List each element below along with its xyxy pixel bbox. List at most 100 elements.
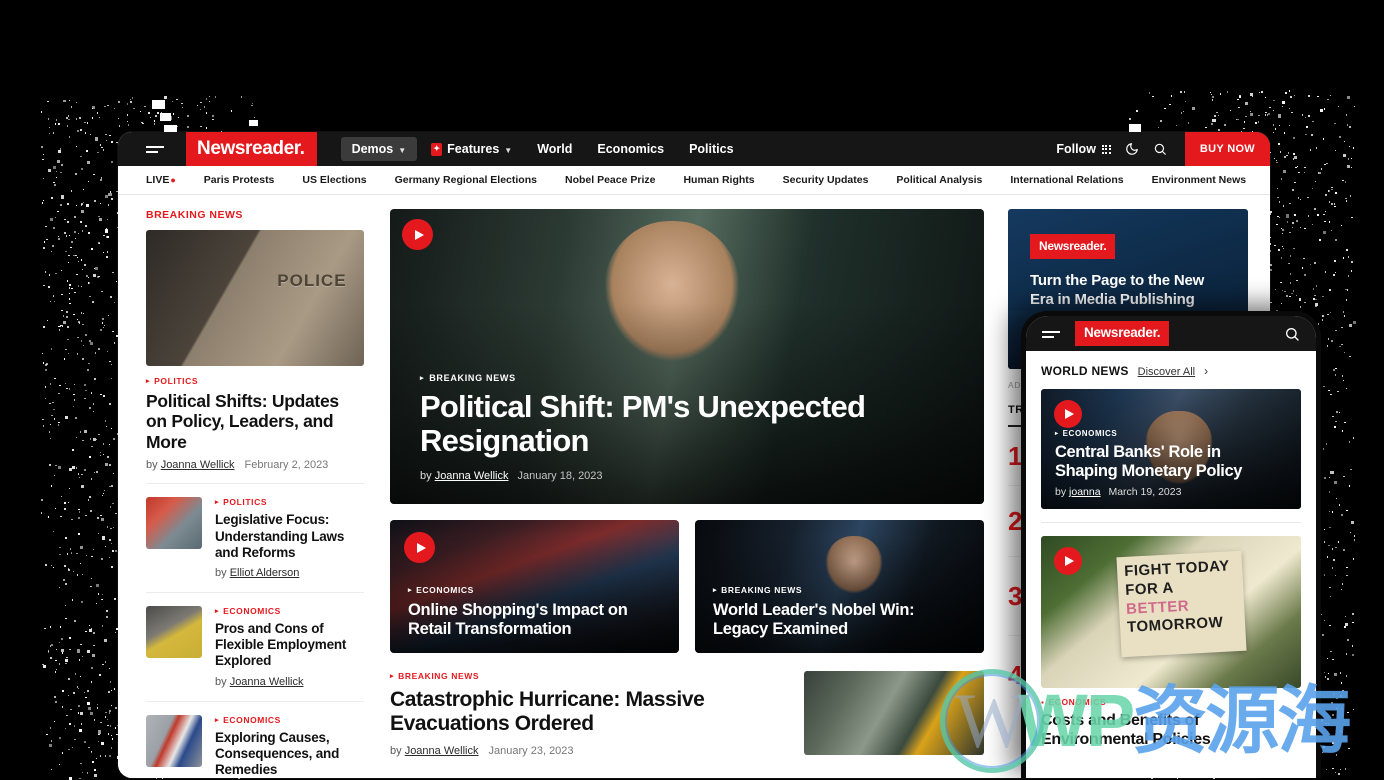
item-title[interactable]: Pros and Cons of Flexible Employment Exp… <box>215 621 364 670</box>
phone-card-category[interactable]: ECONOMICS <box>1055 429 1287 438</box>
lead-byline: by Joanna Wellick February 2, 2023 <box>146 459 364 471</box>
thumbnail[interactable] <box>146 715 202 767</box>
by-prefix: by <box>215 676 227 688</box>
moon-icon[interactable] <box>1125 142 1139 156</box>
chevron-down-icon: ▼ <box>504 146 512 155</box>
flag-photo <box>146 715 202 767</box>
author-link[interactable]: Elliot Alderson <box>230 567 300 579</box>
grid-icon <box>1102 145 1111 154</box>
features-badge-icon: ✦ <box>431 143 442 156</box>
nav-label-features: Features <box>447 142 499 156</box>
author-link[interactable]: Joanna Wellick <box>435 470 509 482</box>
phone-card-byline: by joanna March 19, 2023 <box>1055 486 1287 498</box>
bottom-byline: by Joanna Wellick January 23, 2023 <box>390 745 784 757</box>
ticker-live-label: LIVE <box>146 174 169 186</box>
author-link[interactable]: Joanna Wellick <box>405 745 479 757</box>
chevron-right-icon[interactable]: › <box>1204 364 1208 378</box>
lead-category[interactable]: POLITICS <box>146 376 364 386</box>
bottom-category[interactable]: BREAKING NEWS <box>390 671 784 681</box>
ticker-item-8[interactable]: Environment News <box>1138 174 1261 186</box>
bottom-title[interactable]: Catastrophic Hurricane: Massive Evacuati… <box>390 688 784 736</box>
ticker-live[interactable]: LIVE● <box>146 174 190 186</box>
list-item[interactable]: ECONOMICS Pros and Cons of Flexible Empl… <box>146 592 364 701</box>
card-title[interactable]: World Leader's Nobel Win: Legacy Examine… <box>713 601 966 639</box>
hamburger-icon[interactable] <box>146 143 164 155</box>
bottom-article-image[interactable] <box>804 671 984 755</box>
card-online-shopping[interactable]: ECONOMICS Online Shopping's Impact on Re… <box>390 520 679 653</box>
list-item[interactable]: POLITICS Legislative Focus: Understandin… <box>146 483 364 592</box>
publish-date: January 18, 2023 <box>518 470 603 482</box>
promo-headline: Turn the Page to the New Era in Media Pu… <box>1030 271 1226 309</box>
follow-label: Follow <box>1056 142 1096 156</box>
ticker-item-3[interactable]: Nobel Peace Prize <box>551 174 669 186</box>
phone-logo[interactable]: Newsreader. <box>1075 321 1169 346</box>
play-icon[interactable] <box>1054 400 1082 428</box>
author-link[interactable]: Joanna Wellick <box>161 459 235 471</box>
discover-all-link[interactable]: Discover All <box>1138 366 1195 378</box>
ticker-label: International Relations <box>996 174 1137 186</box>
nav-item-demos[interactable]: Demos ▼ <box>341 137 418 161</box>
ticker-item-1[interactable]: US Elections <box>288 174 380 186</box>
item-byline: by Joanna Wellick <box>215 676 364 688</box>
bottom-article-text: BREAKING NEWS Catastrophic Hurricane: Ma… <box>390 671 784 757</box>
site-logo[interactable]: Newsreader. <box>186 132 317 166</box>
play-icon[interactable] <box>404 532 435 563</box>
ticker-item-truncated[interactable]: Scie <box>1260 174 1270 186</box>
card-category[interactable]: BREAKING NEWS <box>713 585 966 595</box>
hero-category[interactable]: BREAKING NEWS <box>420 373 954 383</box>
nav-item-world[interactable]: World <box>526 137 583 161</box>
ticker-item-2[interactable]: Germany Regional Elections <box>381 174 551 186</box>
phone-card-title[interactable]: Central Banks' Role in Shaping Monetary … <box>1055 443 1287 480</box>
protest-sign-photo <box>146 497 202 549</box>
list-item[interactable]: ECONOMICS Exploring Causes, Consequences… <box>146 701 364 778</box>
author-link[interactable]: Joanna Wellick <box>230 676 304 688</box>
thumbnail[interactable] <box>146 606 202 658</box>
card-category[interactable]: ECONOMICS <box>408 585 661 595</box>
ticker-item-7[interactable]: International Relations <box>996 174 1137 186</box>
by-prefix: by <box>420 470 432 482</box>
play-icon[interactable] <box>402 219 433 250</box>
sofa-photo <box>146 606 202 658</box>
ticker-item-6[interactable]: Political Analysis <box>882 174 996 186</box>
card-world-leader[interactable]: BREAKING NEWS World Leader's Nobel Win: … <box>695 520 984 653</box>
bottom-article[interactable]: BREAKING NEWS Catastrophic Hurricane: Ma… <box>390 671 984 757</box>
phone-screen: Newsreader. WORLD NEWS Discover All › EC… <box>1026 316 1316 778</box>
hamburger-icon[interactable] <box>1042 328 1060 340</box>
thumbnail[interactable] <box>146 497 202 549</box>
left-column: BREAKING NEWS POLITICS Political Shifts:… <box>118 209 386 778</box>
author-link[interactable]: joanna <box>1069 486 1101 498</box>
buy-now-button[interactable]: BUY NOW <box>1185 132 1270 166</box>
ticker-label: Nobel Peace Prize <box>551 174 669 186</box>
item-title[interactable]: Legislative Focus: Understanding Laws an… <box>215 512 364 561</box>
ticker-item-4[interactable]: Human Rights <box>669 174 768 186</box>
search-icon[interactable] <box>1284 326 1300 342</box>
lead-article-image[interactable] <box>146 230 364 366</box>
breaking-news-label: BREAKING NEWS <box>146 209 364 221</box>
item-category[interactable]: ECONOMICS <box>215 606 364 616</box>
search-icon[interactable] <box>1153 142 1167 156</box>
hero-article[interactable]: BREAKING NEWS Political Shift: PM's Unex… <box>390 209 984 504</box>
phone-second-title[interactable]: Costs and Benefits of Environmental Poli… <box>1041 712 1301 749</box>
sign-line-2: FOR A BETTER <box>1125 576 1238 619</box>
nav-item-politics[interactable]: Politics <box>678 137 744 161</box>
header-actions: Follow BUY NOW <box>1056 132 1270 166</box>
nav-item-features[interactable]: ✦ Features ▼ <box>420 137 523 161</box>
follow-button[interactable]: Follow <box>1056 142 1111 156</box>
by-prefix: by <box>1055 486 1066 498</box>
ticker-item-0[interactable]: Paris Protests <box>190 174 289 186</box>
play-icon[interactable] <box>1054 547 1082 575</box>
by-prefix: by <box>146 459 158 471</box>
hero-title[interactable]: Political Shift: PM's Unexpected Resigna… <box>420 390 954 459</box>
sign-line-2b: BETTER <box>1126 597 1190 617</box>
card-title[interactable]: Online Shopping's Impact on Retail Trans… <box>408 601 661 639</box>
item-title[interactable]: Exploring Causes, Consequences, and Reme… <box>215 730 364 778</box>
phone-featured-card[interactable]: ECONOMICS Central Banks' Role in Shaping… <box>1041 389 1301 509</box>
ticker-item-5[interactable]: Security Updates <box>769 174 883 186</box>
lead-article-title[interactable]: Political Shifts: Updates on Policy, Lea… <box>146 391 364 452</box>
phone-second-category[interactable]: ECONOMICS <box>1041 697 1301 707</box>
item-category[interactable]: POLITICS <box>215 497 364 507</box>
nav-item-economics[interactable]: Economics <box>586 137 675 161</box>
protest-police-photo <box>804 671 984 755</box>
phone-second-card-image[interactable]: FIGHT TODAY FOR A BETTER TOMORROW <box>1041 536 1301 688</box>
item-category[interactable]: ECONOMICS <box>215 715 364 725</box>
